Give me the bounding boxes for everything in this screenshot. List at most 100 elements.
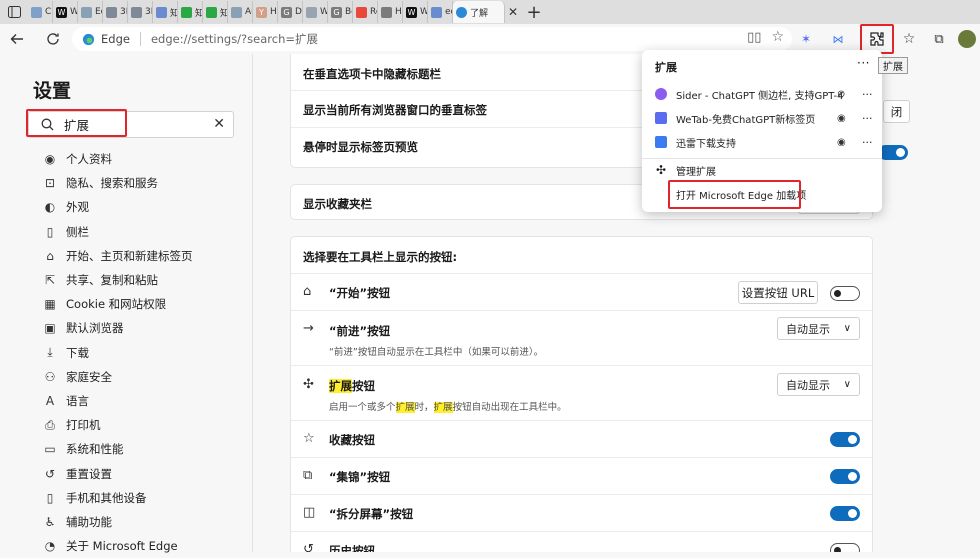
eye-hidden-icon[interactable]: ⊘ xyxy=(837,89,845,100)
tab[interactable]: 3D xyxy=(103,1,128,23)
sidebar-item[interactable]: ▦ Cookie 和网站权限 xyxy=(42,292,193,316)
extension-item-sider[interactable]: Sider - ChatGPT 侧边栏, 支持GPT-4 ⊘ ··· xyxy=(642,82,882,106)
tab[interactable]: Edg xyxy=(78,1,103,23)
family-icon: ⚇ xyxy=(44,369,56,384)
split-screen-button-toggle[interactable] xyxy=(830,506,860,521)
more-options-icon[interactable]: ··· xyxy=(862,136,873,149)
favorites-icon: ☆ xyxy=(303,431,315,446)
sidebar-item-label: 默认浏览器 xyxy=(66,321,124,336)
sider-extension-icon[interactable]: ✶ xyxy=(792,32,820,46)
extension-item-xunlei[interactable]: 迅雷下载支持 ◉ ··· xyxy=(642,130,882,154)
toolbar-buttons-card: 选择要在工具栏上显示的按钮: ⌂ “开始”按钮 设置按钮 URL → “前进”按… xyxy=(290,236,873,552)
chevron-down-icon: ∨ xyxy=(843,323,851,334)
setting-label: 显示当前所有浏览器窗口的垂直标签 xyxy=(303,103,487,117)
tab[interactable]: YHea xyxy=(253,1,278,23)
tab-active[interactable]: 了解 xyxy=(453,1,505,23)
sidebar-item[interactable]: ▯ 手机和其他设备 xyxy=(42,486,193,510)
sidebar-item-label: 系统和性能 xyxy=(66,442,124,457)
extension-item-wetab[interactable]: WeTab-免费ChatGPT新标签页 ◉ ··· xyxy=(642,106,882,130)
split-screen-button-row: ◫ “拆分屏幕”按钮 xyxy=(291,495,872,532)
sidebar-item[interactable]: ▯ 侧栏 xyxy=(42,220,193,244)
more-options-icon[interactable]: ··· xyxy=(862,112,873,125)
hover-preview-toggle[interactable] xyxy=(878,145,908,160)
cookie-icon: ▦ xyxy=(44,297,56,312)
sidebar-item[interactable]: ♿ 辅助功能 xyxy=(42,510,193,534)
favorite-star-icon[interactable]: ☆ xyxy=(771,29,784,45)
tab[interactable]: Hea xyxy=(378,1,403,23)
tab-label: 知识 xyxy=(170,6,177,19)
tab-favicon-icon: W xyxy=(406,6,417,18)
tab[interactable]: 知识 xyxy=(153,1,178,23)
clear-search-icon[interactable]: ✕ xyxy=(213,116,225,132)
sidebar-item[interactable]: ◐ 外观 xyxy=(42,195,193,219)
tab[interactable]: GDov xyxy=(278,1,303,23)
sidebar-item-label: 开始、主页和新建标签页 xyxy=(66,248,193,263)
sidebar-item[interactable]: ⤓ 下载 xyxy=(42,341,193,365)
tab[interactable]: 3D xyxy=(128,1,153,23)
history-button-toggle[interactable] xyxy=(830,543,860,552)
tab[interactable]: Aut xyxy=(228,1,253,23)
read-aloud-icon[interactable]: ▯▯ xyxy=(747,30,761,45)
tab[interactable]: Rea xyxy=(353,1,378,23)
eye-icon[interactable]: ◉ xyxy=(837,137,846,148)
collections-button-toggle[interactable] xyxy=(830,469,860,484)
tab-favicon-icon xyxy=(181,6,192,18)
close-button-partial[interactable]: 闭 xyxy=(883,100,910,123)
set-button-url-button[interactable]: 设置按钮 URL xyxy=(738,281,818,304)
sidebar-item-label: 个人资料 xyxy=(66,152,112,167)
home-button-toggle[interactable] xyxy=(830,286,860,301)
tab[interactable]: Wa xyxy=(303,1,328,23)
tab-actions-icon[interactable] xyxy=(0,0,28,24)
sidebar-item[interactable]: ◔ 关于 Microsoft Edge xyxy=(42,534,193,558)
share-icon: ⇱ xyxy=(44,273,56,288)
sidebar-item[interactable]: ↺ 重置设置 xyxy=(42,461,193,485)
sidebar-item[interactable]: ▣ 默认浏览器 xyxy=(42,316,193,340)
close-tab-icon[interactable]: ✕ xyxy=(505,5,521,19)
tab-label: We xyxy=(420,7,428,17)
tab[interactable]: edg xyxy=(428,1,453,23)
extension-label: Sider - ChatGPT 侧边栏, 支持GPT-4 xyxy=(676,90,844,102)
tab-favicon-icon xyxy=(131,6,142,18)
settings-nav: ◉ 个人资料 ⊡ 隐私、搜索和服务 ◐ 外观 ▯ 侧栏 ⌂ 开始、主页和新建标签页 ⇱ 共享、复制和粘… xyxy=(42,147,193,558)
back-button[interactable] xyxy=(2,25,32,53)
tab[interactable]: 知识 xyxy=(203,1,228,23)
collections-icon[interactable]: ⧉ xyxy=(924,32,954,47)
sidebar-item-label: 共享、复制和粘贴 xyxy=(66,273,158,288)
sidebar-item[interactable]: ⊡ 隐私、搜索和服务 xyxy=(42,171,193,195)
tab[interactable]: Cha xyxy=(28,1,53,23)
home-icon: ⌂ xyxy=(303,284,312,299)
sidebar-item[interactable]: ⚇ 家庭安全 xyxy=(42,365,193,389)
sidebar-item[interactable]: ▭ 系统和性能 xyxy=(42,437,193,461)
split-screen-icon: ◫ xyxy=(303,505,316,520)
more-options-icon[interactable]: ··· xyxy=(857,56,870,70)
forward-button-label: “前进”按钮 xyxy=(329,324,391,338)
forward-button-description: “前进”按钮自动显示在工具栏中（如果可以前进）。 xyxy=(329,347,544,358)
system-icon: ▭ xyxy=(44,442,56,457)
avatar[interactable] xyxy=(958,30,976,48)
favorites-icon[interactable]: ☆ xyxy=(894,31,924,47)
forward-button-dropdown[interactable]: 自动显示 ∨ xyxy=(777,317,860,340)
extensions-button-dropdown[interactable]: 自动显示 ∨ xyxy=(777,373,860,396)
address-url[interactable]: edge://settings/?search=扩展 xyxy=(151,31,318,47)
tab[interactable]: 知识 xyxy=(178,1,203,23)
tab[interactable]: WWe xyxy=(53,1,78,23)
address-bar[interactable]: Edge edge://settings/?search=扩展 ▯▯ ☆ xyxy=(72,27,792,51)
sidebar-item[interactable]: ⎙ 打印机 xyxy=(42,413,193,437)
refresh-button[interactable] xyxy=(38,25,68,53)
tab-favicon-icon xyxy=(306,6,317,18)
sidebar-item-label: 隐私、搜索和服务 xyxy=(66,176,158,191)
sidebar-item[interactable]: ⌂ 开始、主页和新建标签页 xyxy=(42,244,193,268)
new-tab-button[interactable]: + xyxy=(521,2,547,23)
sidebar-item[interactable]: ⇱ 共享、复制和粘贴 xyxy=(42,268,193,292)
wetab-extension-icon[interactable]: ⋈ xyxy=(824,33,852,46)
tab[interactable]: WWe xyxy=(403,1,428,23)
eye-icon[interactable]: ◉ xyxy=(837,113,846,124)
manage-extensions-item[interactable]: ✣ 管理扩展 xyxy=(642,158,882,182)
sidebar-item[interactable]: A 语言 xyxy=(42,389,193,413)
sidebar-item[interactable]: ◉ 个人资料 xyxy=(42,147,193,171)
favorites-button-toggle[interactable] xyxy=(830,432,860,447)
more-options-icon[interactable]: ··· xyxy=(862,88,873,101)
extensions-tooltip: 扩展 xyxy=(878,57,908,74)
tab[interactable]: GBeg xyxy=(328,1,353,23)
sidebar-item-label: 手机和其他设备 xyxy=(66,490,147,505)
